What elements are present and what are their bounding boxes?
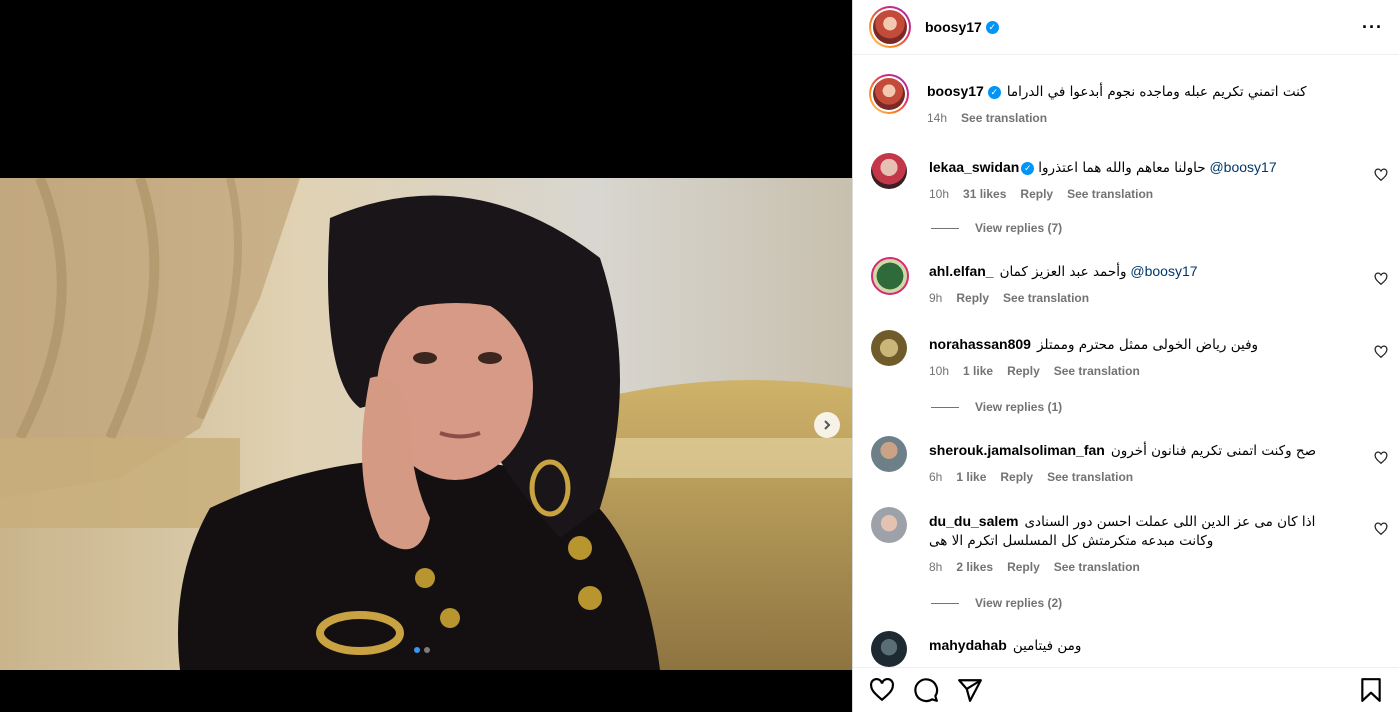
verified-icon: ✓ <box>987 85 1001 99</box>
comment-time: 10h <box>929 187 950 201</box>
comment-username[interactable]: mahydahab <box>929 637 1007 653</box>
comment-text: اذا كان مى عز الدين اللى عملت احسن دور ا… <box>1024 514 1316 530</box>
comment-time: 10h <box>929 364 950 378</box>
view-replies-button[interactable]: View replies (7) <box>931 221 1399 235</box>
heart-icon[interactable] <box>869 677 895 703</box>
comment-item: mahydahab ومن فيتامين <box>853 631 1399 667</box>
action-bar <box>853 667 1399 712</box>
view-replies-label: View replies (1) <box>975 400 1063 414</box>
comment-time: 8h <box>929 560 943 574</box>
view-replies-label: View replies (7) <box>975 221 1063 235</box>
caption-username[interactable]: boosy17 <box>927 83 984 99</box>
view-replies-button[interactable]: View replies (1) <box>931 400 1399 414</box>
comment-likes[interactable]: 2 likes <box>956 560 993 574</box>
commenter-avatar[interactable] <box>871 330 907 366</box>
caption-time: 14h <box>927 111 948 125</box>
like-comment-heart-icon[interactable] <box>1374 272 1388 286</box>
comment-icon[interactable] <box>913 677 939 703</box>
comment-text: ومن فيتامين <box>1012 638 1082 654</box>
see-translation-link[interactable]: See translation <box>1067 187 1153 201</box>
comment-text: وفين رياض الخولى ممثل محترم وممتلز <box>1036 337 1259 353</box>
author-username[interactable]: boosy17 <box>925 19 982 35</box>
like-comment-heart-icon[interactable] <box>1374 168 1388 182</box>
comment-likes[interactable]: 1 like <box>963 364 993 378</box>
post-photo <box>0 178 852 670</box>
like-comment-heart-icon[interactable] <box>1374 451 1388 465</box>
reply-button[interactable]: Reply <box>1007 560 1040 574</box>
comment-item: lekaa_swidan ✓ حاولنا معاهم والله هما اعتذ… <box>853 153 1399 201</box>
share-icon[interactable] <box>957 677 983 703</box>
chevron-right-icon <box>824 420 831 430</box>
see-translation-link[interactable]: See translation <box>961 111 1047 125</box>
verified-icon: ✓ <box>1021 161 1035 175</box>
comment-username[interactable]: norahassan809 <box>929 336 1031 352</box>
comment-item: ahl.elfan_ وأحمد عبد العزيز كمان @boosy17… <box>853 257 1399 305</box>
comment-text-line-2: وكانت مبدعه متكرمتش كل المسلسل اتكرم الا… <box>929 533 1214 549</box>
more-options-button[interactable]: ··· <box>1362 17 1383 38</box>
commenter-avatar[interactable] <box>871 631 907 667</box>
comment-username[interactable]: ahl.elfan_ <box>929 263 994 279</box>
comment-text: وأحمد عبد العزيز كمان <box>999 264 1127 280</box>
caption-item: boosy17 ✓ كنت اتمني تكريم عبله وماجده نجوم… <box>853 62 1399 130</box>
author-avatar[interactable] <box>869 6 911 48</box>
reply-button[interactable]: Reply <box>1020 187 1053 201</box>
comment-time: 6h <box>929 470 943 484</box>
view-replies-button[interactable]: View replies (2) <box>931 596 1399 610</box>
see-translation-link[interactable]: See translation <box>1003 291 1089 305</box>
commenter-avatar[interactable] <box>871 153 907 189</box>
like-comment-heart-icon[interactable] <box>1374 522 1388 536</box>
comment-text: حاولنا معاهم والله هما اعتذروا <box>1038 160 1206 176</box>
reply-button[interactable]: Reply <box>1000 470 1033 484</box>
mention-link[interactable]: @boosy17 <box>1209 159 1276 175</box>
commenter-avatar[interactable] <box>871 257 909 295</box>
reply-button[interactable]: Reply <box>1007 364 1040 378</box>
post-side-panel: boosy17 ✓ ··· boosy17 ✓ كنت اتمني تكريم عب… <box>852 0 1399 712</box>
verified-icon: ✓ <box>985 20 999 34</box>
comment-item: sherouk.jamalsoliman_fan صح وكنت اتمنى تك… <box>853 436 1399 484</box>
caption-avatar[interactable] <box>869 74 909 114</box>
comment-username[interactable]: lekaa_swidan <box>929 159 1019 175</box>
carousel-next-button[interactable] <box>814 412 840 438</box>
carousel-indicator <box>414 647 430 653</box>
caption-text: كنت اتمني تكريم عبله وماجده نجوم أبدعوا … <box>1006 84 1307 100</box>
comment-item: norahassan809 وفين رياض الخولى ممثل محترم… <box>853 330 1399 378</box>
post-header: boosy17 ✓ ··· <box>853 0 1399 55</box>
commenter-avatar[interactable] <box>871 436 907 472</box>
comment-time: 9h <box>929 291 943 305</box>
like-comment-heart-icon[interactable] <box>1374 345 1388 359</box>
comments-list: boosy17 ✓ كنت اتمني تكريم عبله وماجده نجوم… <box>853 62 1399 667</box>
comment-item: du_du_salem اذا كان مى عز الدين اللى عملت… <box>853 507 1399 574</box>
bookmark-icon[interactable] <box>1358 677 1384 703</box>
post-media <box>0 0 852 712</box>
reply-button[interactable]: Reply <box>956 291 989 305</box>
comment-username[interactable]: du_du_salem <box>929 513 1018 529</box>
see-translation-link[interactable]: See translation <box>1054 364 1140 378</box>
instagram-post-view: boosy17 ✓ ··· boosy17 ✓ كنت اتمني تكريم عب… <box>0 0 1399 712</box>
mention-link[interactable]: @boosy17 <box>1130 263 1197 279</box>
view-replies-label: View replies (2) <box>975 596 1063 610</box>
see-translation-link[interactable]: See translation <box>1047 470 1133 484</box>
comment-likes[interactable]: 1 like <box>956 470 986 484</box>
comment-text: صح وكنت اتمنى تكريم فنانون أخرون <box>1110 443 1317 459</box>
comment-username[interactable]: sherouk.jamalsoliman_fan <box>929 442 1105 458</box>
see-translation-link[interactable]: See translation <box>1054 560 1140 574</box>
carousel-dot-2 <box>424 647 430 653</box>
commenter-avatar[interactable] <box>871 507 907 543</box>
comment-likes[interactable]: 31 likes <box>963 187 1006 201</box>
carousel-dot-1 <box>414 647 420 653</box>
